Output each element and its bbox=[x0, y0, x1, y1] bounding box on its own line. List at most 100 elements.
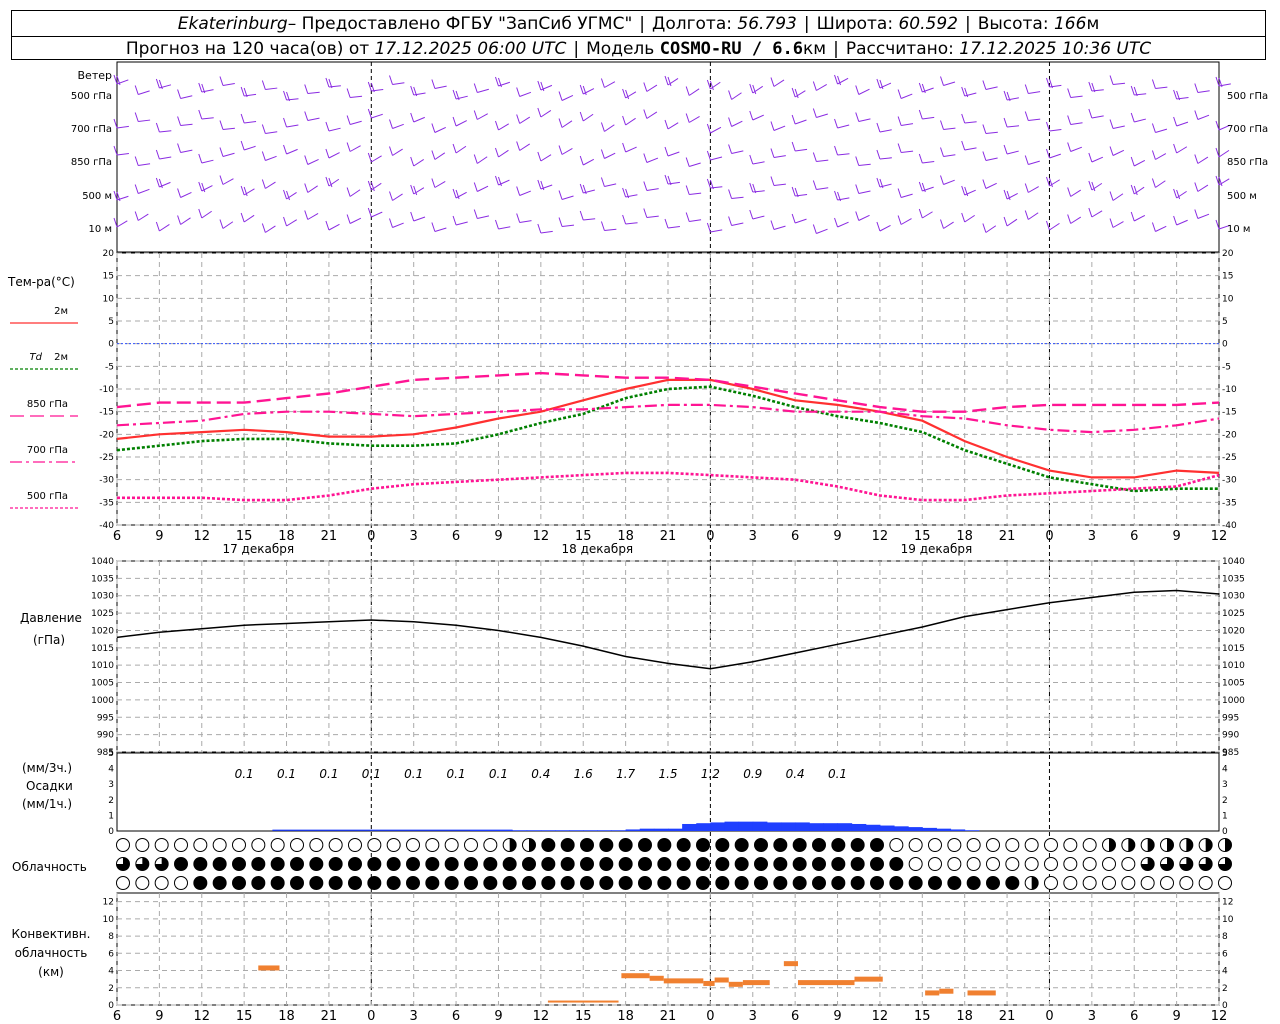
temperature-ytick-left: -35 bbox=[99, 498, 114, 508]
wind-barb-feather bbox=[1024, 155, 1029, 165]
wind-level-right: 700 гПа bbox=[1227, 124, 1268, 135]
cloud-cover-circle bbox=[444, 876, 459, 890]
wind-barb bbox=[498, 226, 511, 230]
cloud-cover-sector bbox=[1109, 838, 1116, 852]
wind-barb bbox=[731, 120, 743, 127]
wind-barb-feather bbox=[1109, 146, 1114, 156]
precipitation-bar bbox=[470, 830, 485, 831]
wind-barb-feather bbox=[494, 175, 499, 186]
wind-barb-feather bbox=[918, 153, 923, 164]
cloud-cover-circle bbox=[908, 857, 923, 871]
cloud-cover-circle bbox=[676, 857, 691, 871]
wind-barb bbox=[434, 126, 446, 133]
wind-barb-feather bbox=[770, 148, 775, 158]
cloud-cover-circle bbox=[425, 876, 440, 890]
wind-barb-feather bbox=[982, 151, 987, 161]
wind-barb-feather bbox=[431, 150, 436, 160]
wind-barb bbox=[116, 153, 129, 156]
precipitation-bar bbox=[484, 830, 499, 831]
wind-barb-feather bbox=[685, 185, 690, 195]
pressure-ytick-left: 1000 bbox=[91, 696, 114, 706]
cloud-cover-circle bbox=[309, 876, 324, 890]
wind-barb bbox=[794, 218, 807, 224]
wind-barb-feather bbox=[897, 188, 902, 198]
convective-axis-label: (км) bbox=[38, 965, 64, 979]
cloud-cover-circle bbox=[560, 838, 575, 852]
time-tick-label: 21 bbox=[999, 529, 1016, 544]
wind-barb-feather bbox=[304, 210, 309, 220]
temperature-ytick-right: -10 bbox=[1222, 385, 1237, 395]
cloud-cover-circle bbox=[1024, 838, 1039, 852]
wind-barb bbox=[710, 229, 723, 233]
wind-barb-feather bbox=[198, 109, 203, 120]
wind-barb-feather bbox=[961, 113, 966, 124]
cloud-cover-circle bbox=[251, 876, 266, 890]
convective-cloud-bar bbox=[728, 981, 743, 987]
cloud-cover-sector bbox=[1147, 838, 1155, 852]
convective-cloud-bar bbox=[783, 961, 798, 967]
pressure-axis-label: Давление bbox=[20, 611, 82, 625]
precipitation-ytick-left: 1 bbox=[108, 811, 114, 821]
wind-barb bbox=[243, 214, 255, 223]
wind-barb bbox=[816, 113, 828, 118]
wind-barb-feather bbox=[791, 213, 796, 224]
precipitation-ytick-left: 4 bbox=[108, 765, 114, 775]
wind-barb-feather bbox=[982, 179, 987, 189]
pressure-ytick-left: 1040 bbox=[91, 557, 114, 567]
wind-barb-feather bbox=[918, 82, 923, 93]
cloud-cover-circle bbox=[1063, 876, 1078, 890]
wind-barb bbox=[964, 121, 977, 124]
wind-barb-feather bbox=[283, 189, 288, 200]
cloud-cover-circle bbox=[174, 857, 188, 871]
wind-barb-feather bbox=[982, 124, 987, 134]
cloud-cover-circle bbox=[580, 857, 594, 871]
wind-barb-feather bbox=[452, 143, 457, 154]
wind-barb bbox=[985, 131, 998, 134]
cloud-cover-circle bbox=[367, 857, 382, 871]
wind-barb bbox=[350, 95, 363, 98]
wind-barb-feather bbox=[749, 154, 754, 165]
wind-barb-feather bbox=[643, 109, 648, 119]
cloud-cover-circle bbox=[483, 876, 498, 890]
wind-barb bbox=[392, 123, 404, 129]
wind-barb-feather bbox=[494, 219, 499, 230]
wind-level-right: 500 м bbox=[1227, 191, 1257, 202]
wind-barb bbox=[1197, 114, 1210, 120]
wind-barb-feather bbox=[155, 122, 160, 133]
wind-barb-feather bbox=[600, 78, 605, 88]
wind-barb-feather bbox=[346, 115, 351, 125]
wind-barb bbox=[604, 183, 617, 187]
wind-barb bbox=[1197, 213, 1210, 219]
wind-barb bbox=[1070, 95, 1083, 98]
wind-level-left: 700 гПа bbox=[71, 124, 112, 135]
wind-barb-feather bbox=[410, 184, 415, 195]
cloud-cover-circle bbox=[1005, 857, 1020, 871]
temperature-axis-label: Тем-ра(°C) bbox=[7, 275, 75, 289]
cloud-cover-circle bbox=[599, 857, 614, 871]
time-tick-label-bottom: 9 bbox=[494, 1009, 502, 1024]
wind-barb-feather bbox=[579, 111, 584, 122]
wind-barb-feather bbox=[155, 149, 160, 160]
cloud-cover-sector bbox=[1128, 838, 1135, 852]
wind-barb-feather bbox=[410, 156, 415, 167]
precipitation-bar bbox=[554, 830, 570, 831]
wind-barb bbox=[307, 213, 319, 220]
wind-barb-feather bbox=[961, 140, 966, 151]
wind-barb bbox=[434, 152, 446, 160]
wind-barb-feather bbox=[346, 214, 351, 224]
cloud-cover-circle bbox=[348, 876, 362, 890]
wind-barb bbox=[349, 145, 361, 152]
cloud-cover-circle bbox=[444, 838, 459, 852]
wind-barb bbox=[349, 120, 362, 125]
wind-barb bbox=[1027, 212, 1039, 220]
cloud-cover-circle bbox=[947, 838, 962, 852]
precipitation-bar bbox=[894, 826, 909, 831]
convective-ytick-right: 12 bbox=[1222, 898, 1233, 908]
precipitation-3h-total: 1.6 bbox=[574, 767, 593, 781]
cloud-cover-circle bbox=[1044, 876, 1058, 890]
precipitation-ytick-right: 4 bbox=[1222, 765, 1228, 775]
cloud-cover-circle bbox=[386, 838, 401, 852]
cloud-cover-circle bbox=[1198, 876, 1213, 890]
wind-barb bbox=[667, 151, 680, 157]
wind-barb-feather bbox=[664, 218, 669, 229]
